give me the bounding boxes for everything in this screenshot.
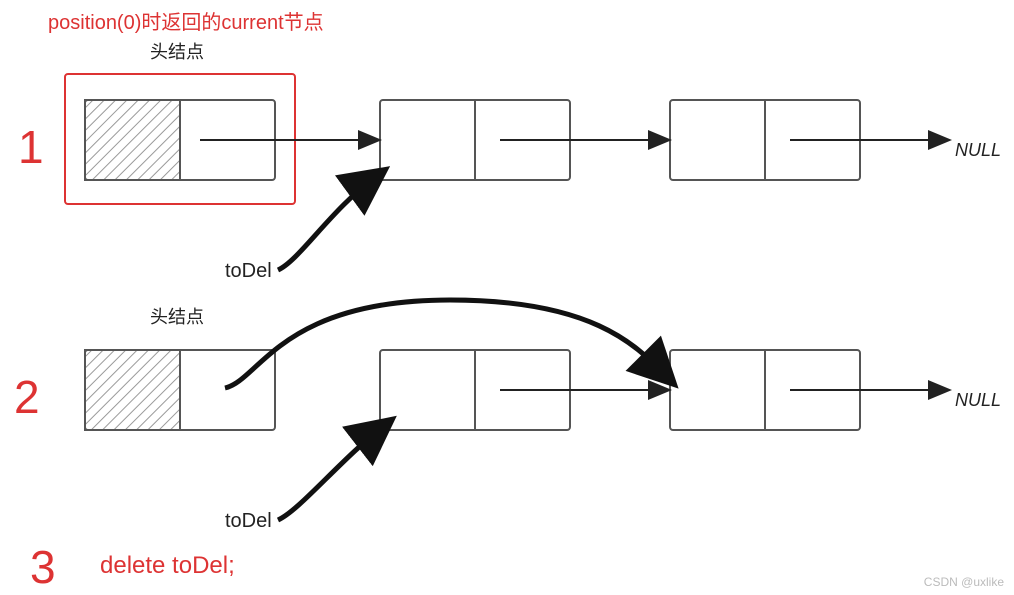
row2-node1 — [85, 350, 275, 430]
row2-todel-arrow — [278, 425, 385, 520]
linked-list-diagram — [0, 0, 1014, 595]
row1-todel-arrow — [278, 175, 378, 270]
